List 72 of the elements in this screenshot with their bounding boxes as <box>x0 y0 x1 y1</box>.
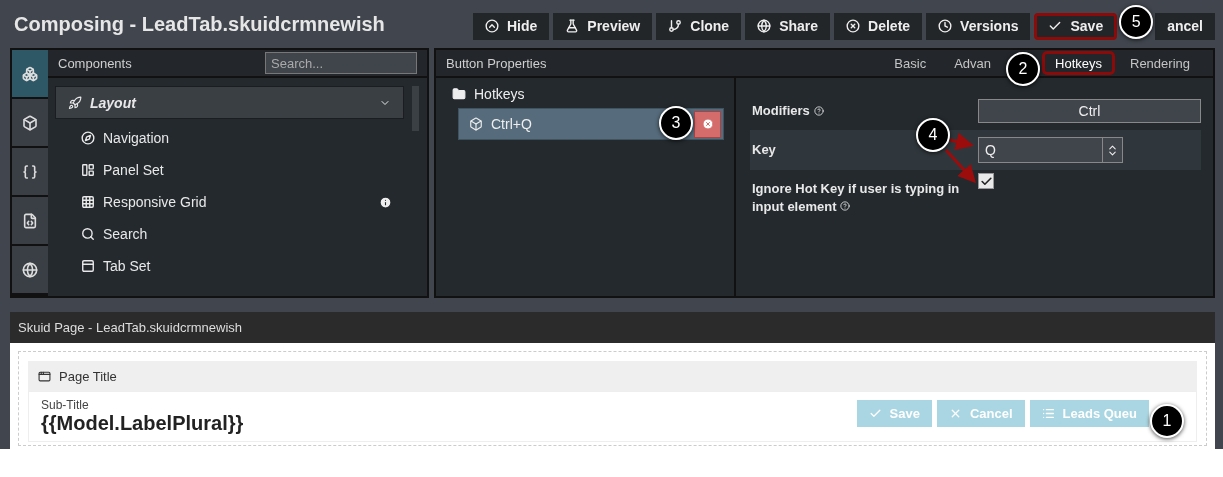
toolbar-button[interactable]: ancel <box>1155 12 1215 40</box>
blocks-icon <box>22 65 38 82</box>
delete-icon <box>846 19 861 33</box>
cube-icon <box>22 114 38 131</box>
chevron-up-icon <box>485 19 499 33</box>
callout-number: 4 <box>916 118 950 152</box>
callout-number: 2 <box>1006 52 1041 86</box>
flask-icon <box>565 19 580 33</box>
page-heading: {{Model.LabelPlural}} <box>41 412 244 435</box>
sidebar-tab[interactable] <box>12 246 48 293</box>
compass-icon <box>81 131 95 145</box>
globe-icon <box>757 19 772 33</box>
branch-icon <box>668 19 683 33</box>
braces-icon <box>22 163 38 180</box>
field-label: Modifiers <box>752 102 810 120</box>
modifier-button[interactable]: Ctrl <box>978 99 1201 123</box>
help-icon[interactable] <box>840 201 851 211</box>
callout-number: 5 <box>1119 4 1154 39</box>
checkbox[interactable] <box>978 173 994 189</box>
key-select[interactable]: Q <box>978 137 1123 163</box>
search-icon <box>81 227 95 241</box>
callout-number: 1 <box>1150 403 1184 438</box>
clock-icon <box>938 19 953 33</box>
field-label: Ignore Hot Key if user is typing in input element <box>752 180 961 216</box>
canvas-title: Skuid Page - LeadTab.skuidcrmnewish <box>18 320 242 335</box>
sidebar-tab[interactable] <box>12 148 48 195</box>
sidebar-tab[interactable] <box>12 50 48 97</box>
code-file-icon <box>22 212 38 229</box>
tab[interactable]: Basic <box>881 51 940 75</box>
sidebar-tab[interactable] <box>12 197 48 244</box>
delete-icon <box>701 118 714 130</box>
component-name: Page Title <box>59 368 117 384</box>
stepper-icon <box>1106 143 1119 157</box>
cube-icon <box>469 117 483 131</box>
toolbar-button[interactable]: Preview <box>553 12 653 40</box>
delete-button[interactable] <box>694 110 721 138</box>
component-item[interactable]: Tab Set <box>103 258 392 274</box>
component-item[interactable]: Search <box>103 226 392 242</box>
toolbar-button[interactable]: Versions <box>926 12 1031 40</box>
panels-icon <box>81 163 95 177</box>
page-title: Composing - LeadTab.skuidcrmnewish <box>14 12 386 36</box>
search-field[interactable]: Search... <box>265 52 417 74</box>
subtitle: Sub-Title <box>41 398 90 412</box>
panel-title: Components <box>58 55 132 71</box>
toolbar-button[interactable]: Share <box>745 12 831 40</box>
window-icon <box>38 369 51 383</box>
panel-title: Button Properties <box>446 55 547 71</box>
list-icon <box>1041 406 1055 420</box>
rocket-icon <box>68 95 82 110</box>
checkmark-icon <box>1048 19 1063 33</box>
component-item[interactable]: Navigation <box>103 130 392 146</box>
tab[interactable]: Rendering <box>1117 51 1203 75</box>
callout-number: 3 <box>659 106 693 140</box>
sidebar-tab[interactable] <box>12 99 48 146</box>
help-icon[interactable] <box>813 106 824 116</box>
toolbar-button[interactable]: Delete <box>834 12 923 40</box>
toolbar-button[interactable]: Hide <box>473 12 550 40</box>
component-item[interactable]: Responsive Grid <box>103 194 371 210</box>
toolbar-button[interactable]: Clone <box>656 12 742 40</box>
grid-icon <box>81 195 95 209</box>
tab[interactable]: Hotkeys <box>1042 51 1115 75</box>
folder-icon <box>452 87 466 101</box>
globe-icon <box>22 261 38 278</box>
component-item[interactable]: Panel Set <box>103 162 392 178</box>
tab[interactable]: Advan <box>941 51 1005 75</box>
field-label: Key <box>752 141 776 159</box>
toolbar-button[interactable]: Save <box>1034 12 1118 40</box>
folder-label: Hotkeys <box>474 86 525 102</box>
scrollbar[interactable] <box>412 86 419 131</box>
tab-set-icon <box>81 259 95 273</box>
layout-group-header[interactable]: Layout <box>55 86 404 119</box>
tree-item[interactable]: Ctrl+Q 3 <box>458 108 724 140</box>
